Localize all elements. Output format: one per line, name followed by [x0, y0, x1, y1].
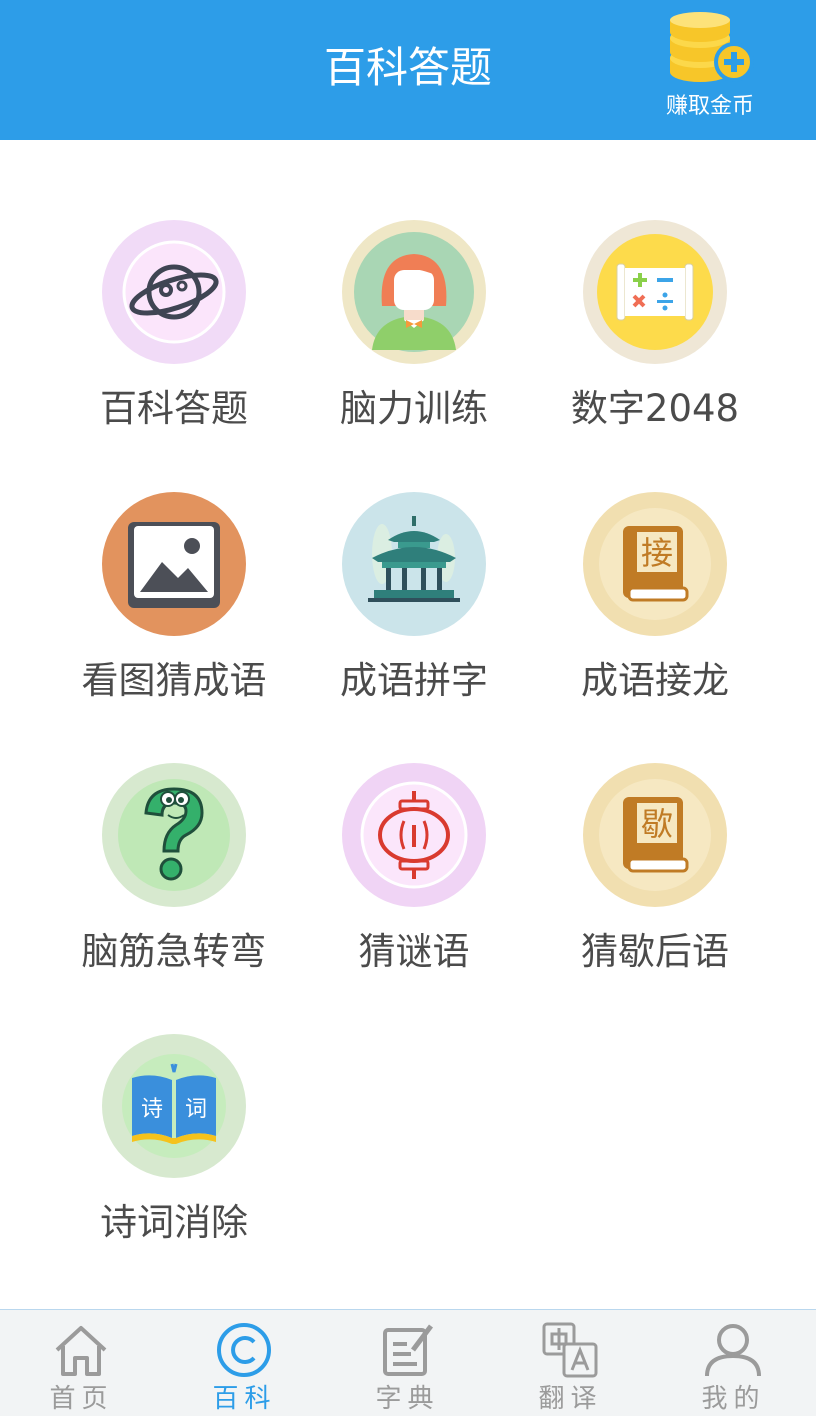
bottom-tab-bar: 首页 百科 字典 翻译 我的 — [0, 1309, 816, 1416]
tile-2048[interactable]: 数字2048 — [533, 220, 773, 460]
tile-label: 数字2048 — [570, 387, 740, 430]
tile-label: 成语接龙 — [581, 659, 729, 702]
question-mark-icon — [102, 763, 246, 907]
tile-riddles[interactable]: 猜谜语 — [292, 763, 532, 1003]
book-glyph: 接 — [641, 534, 673, 572]
tab-label: 翻译 — [538, 1384, 603, 1414]
tab-label: 首页 — [49, 1384, 114, 1414]
book-glyph: 歇 — [641, 805, 673, 843]
pavilion-icon — [342, 492, 486, 636]
tab-profile[interactable]: 我的 — [652, 1310, 815, 1416]
tile-brain-teaser[interactable]: 脑筋急转弯 — [52, 763, 292, 1003]
translate-icon — [542, 1322, 598, 1378]
tab-home[interactable]: 首页 — [0, 1310, 163, 1416]
planet-icon — [102, 220, 246, 364]
copyright-icon — [217, 1323, 271, 1377]
tile-idiom-spelling[interactable]: 成语拼字 — [292, 492, 532, 732]
tile-poem-elimination[interactable]: 诗 词 诗词消除 — [52, 1034, 292, 1274]
tab-dictionary[interactable]: 字典 — [326, 1310, 489, 1416]
tile-guess-idiom-picture[interactable]: 看图猜成语 — [52, 492, 292, 732]
math-board-icon — [583, 220, 727, 364]
tile-brain-training[interactable]: 脑力训练 — [292, 220, 532, 460]
open-book-icon: 诗 词 — [102, 1034, 246, 1178]
tile-label: 诗词消除 — [100, 1201, 248, 1244]
user-icon — [705, 1324, 761, 1377]
book-xie-icon: 歇 — [583, 763, 727, 907]
home-icon — [55, 1326, 107, 1376]
tile-label: 百科答题 — [100, 387, 248, 430]
tab-label: 字典 — [375, 1384, 440, 1414]
tile-label: 猜谜语 — [358, 930, 470, 973]
tile-xiehouyu[interactable]: 歇 猜歇后语 — [533, 763, 773, 1003]
poem-glyph: 诗 — [141, 1097, 163, 1122]
feature-grid: 百科答题 脑力训练 数字2048 看图猜成语 成语拼字 接 成语接龙 脑筋急转弯… — [0, 0, 816, 1310]
poem-glyph: 词 — [185, 1097, 207, 1122]
tile-label: 猜歇后语 — [581, 930, 729, 973]
tile-label: 成语拼字 — [340, 659, 488, 702]
tab-baike[interactable]: 百科 — [163, 1310, 326, 1416]
girl-avatar-icon — [342, 220, 486, 364]
tab-label: 百科 — [212, 1384, 277, 1414]
tile-label: 看图猜成语 — [81, 659, 267, 702]
tab-label: 我的 — [701, 1384, 766, 1414]
tile-baike-quiz[interactable]: 百科答题 — [52, 220, 292, 460]
edit-note-icon — [383, 1324, 433, 1376]
picture-icon — [102, 492, 246, 636]
tile-label: 脑筋急转弯 — [81, 930, 267, 973]
tab-translate[interactable]: 翻译 — [489, 1310, 652, 1416]
book-jie-icon: 接 — [583, 492, 727, 636]
lantern-icon — [342, 763, 486, 907]
tile-label: 脑力训练 — [340, 387, 488, 430]
tile-idiom-chain[interactable]: 接 成语接龙 — [533, 492, 773, 732]
